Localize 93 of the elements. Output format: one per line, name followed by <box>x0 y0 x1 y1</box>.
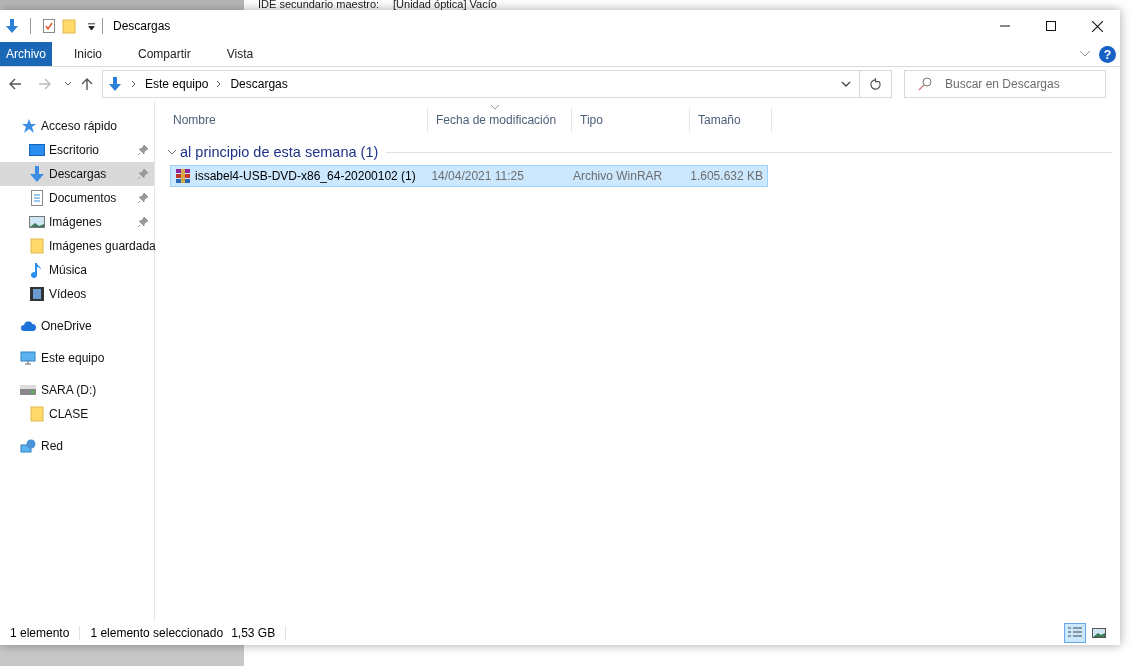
star-icon <box>20 118 36 134</box>
back-arrow-icon[interactable] <box>8 77 22 91</box>
sidebar-item[interactable]: Imágenes guardada <box>0 234 154 258</box>
column-label: Tamaño <box>698 113 741 127</box>
column-header[interactable]: Fecha de modificación <box>428 108 572 132</box>
sidebar-label: Escritorio <box>49 143 99 157</box>
sidebar-item[interactable]: Imágenes <box>0 210 154 234</box>
close-icon <box>1091 20 1103 32</box>
pin-icon[interactable] <box>137 216 149 228</box>
sidebar-item[interactable]: Escritorio <box>0 138 154 162</box>
breadcrumb-item[interactable]: Este equipo <box>145 77 209 91</box>
window-title: Descargas <box>113 19 171 33</box>
ribbon-tab[interactable]: Inicio <box>60 42 121 66</box>
type-cell-text: Archivo WinRAR <box>571 169 664 183</box>
selection-count: 1 elemento seleccionado <box>90 626 224 640</box>
date-cell-text: 14/04/2021 11:25 <box>430 169 525 183</box>
sidebar-label: OneDrive <box>41 319 92 333</box>
size-cell-text: 1.605.632 KB <box>689 169 764 183</box>
download-arrow-icon <box>107 76 123 92</box>
sidebar-item[interactable]: OneDrive <box>0 314 154 338</box>
document-icon <box>29 190 45 206</box>
recent-caret-icon[interactable] <box>64 81 72 87</box>
group-header[interactable]: al principio de esta semana (1) <box>165 139 1112 165</box>
background-text: [Unidad óptica] Vacío <box>393 0 497 10</box>
computer-icon <box>20 350 36 366</box>
folder-icon <box>29 406 45 422</box>
download-arrow-icon[interactable] <box>4 18 20 34</box>
maximize-icon <box>1046 21 1056 31</box>
help-icon[interactable]: ? <box>1099 45 1116 63</box>
chevron-down-icon[interactable] <box>1079 50 1091 58</box>
sidebar-item[interactable]: Descargas <box>0 162 154 186</box>
drive-icon <box>20 382 36 398</box>
column-label: Fecha de modificación <box>436 113 557 127</box>
sidebar-label: Vídeos <box>49 287 87 301</box>
sidebar-item[interactable]: Este equipo <box>0 346 154 370</box>
sidebar-label: Descargas <box>49 167 107 181</box>
background-text: IDE secundario maestro: <box>258 0 380 10</box>
sidebar-label: CLASE <box>49 407 89 421</box>
search-field[interactable]: Buscar en Descargas <box>904 70 1106 98</box>
up-arrow-icon[interactable] <box>80 77 94 91</box>
download-icon <box>29 166 45 182</box>
pin-icon[interactable] <box>137 168 149 180</box>
dropdown-caret-icon[interactable] <box>87 21 96 31</box>
file-name: issabel4-USB-DVD-x86_64-20200102 (1) <box>195 169 416 183</box>
sidebar-item[interactable]: CLASE <box>0 402 154 426</box>
refresh-icon <box>869 77 882 91</box>
sidebar-label: Imágenes <box>49 215 102 229</box>
sidebar-item[interactable]: Documentos <box>0 186 154 210</box>
sidebar-item[interactable]: Red <box>0 434 154 458</box>
network-icon <box>20 438 36 454</box>
column-label: Nombre <box>173 113 216 127</box>
folder-icon <box>29 238 45 254</box>
checklist-icon[interactable] <box>41 18 57 34</box>
column-label: Tipo <box>580 113 603 127</box>
column-header[interactable]: Tamaño <box>690 108 772 132</box>
ribbon-tab[interactable]: Archivo <box>0 42 52 66</box>
sidebar-item[interactable]: SARA (D:) <box>0 378 154 402</box>
column-header[interactable]: Nombre <box>165 108 428 132</box>
sidebar-label: Acceso rápido <box>41 119 118 133</box>
details-view-icon <box>1067 626 1083 640</box>
group-label: al principio de esta semana (1) <box>180 144 379 160</box>
desktop-icon <box>29 142 45 158</box>
breadcrumb-item[interactable]: Descargas <box>230 77 288 91</box>
sidebar-label: Red <box>41 439 63 453</box>
sidebar-item[interactable]: Acceso rápido <box>0 114 154 138</box>
chevron-right-icon <box>216 80 223 88</box>
selection-size: 1,53 GB <box>231 626 276 640</box>
sidebar-label: Música <box>49 263 87 277</box>
sidebar-label: Este equipo <box>41 351 105 365</box>
file-row[interactable]: issabel4-USB-DVD-x86_64-20200102 (1) 14/04/2021 11:25 Archivo WinRAR 1.605.632 KB <box>170 165 768 187</box>
pin-icon[interactable] <box>137 192 149 204</box>
sidebar-item[interactable]: Vídeos <box>0 282 154 306</box>
sidebar-item[interactable]: Música <box>0 258 154 282</box>
refresh-button[interactable] <box>860 70 892 98</box>
sidebar-label: Imágenes guardada <box>49 239 156 253</box>
item-count: 1 elemento <box>10 626 70 640</box>
column-header[interactable]: Tipo <box>572 108 690 132</box>
search-icon <box>918 77 932 91</box>
ribbon-tab[interactable]: Vista <box>212 42 272 66</box>
sidebar-label: SARA (D:) <box>41 383 97 397</box>
pictures-icon <box>29 214 45 230</box>
sidebar-label: Documentos <box>49 191 117 205</box>
address-bar[interactable]: Este equipo Descargas <box>102 70 860 98</box>
cloud-icon <box>20 318 36 334</box>
picture-icon <box>1091 626 1107 640</box>
pin-icon[interactable] <box>137 144 149 156</box>
chevron-right-icon <box>131 80 137 88</box>
minimize-icon <box>1000 25 1010 27</box>
forward-arrow-icon[interactable] <box>38 77 52 91</box>
ribbon-tab[interactable]: Compartir <box>124 42 209 66</box>
dropdown-caret-icon[interactable] <box>841 81 851 87</box>
archive-file-icon <box>175 168 191 184</box>
video-icon <box>29 286 45 302</box>
